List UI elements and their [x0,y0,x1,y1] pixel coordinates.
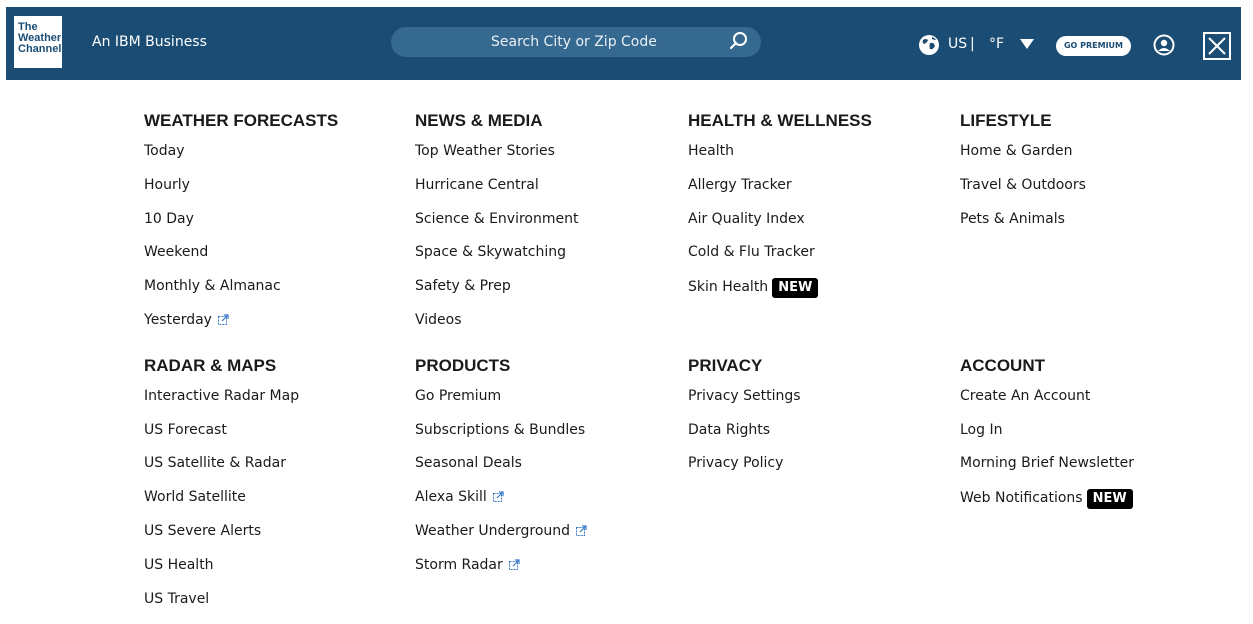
external-link-icon [492,491,504,503]
menu-item-label: Storm Radar [415,556,503,573]
section-title-radar-maps: RADAR & MAPS [144,355,277,375]
search-placeholder: Search City or Zip Code [491,34,657,50]
menu-item-privacy-policy[interactable]: Privacy Policy [688,455,872,489]
menu-item-privacy-settings[interactable]: Privacy Settings [688,388,872,422]
menu-item-us-travel[interactable]: US Travel [144,591,338,624]
close-icon[interactable] [1203,32,1231,60]
new-badge: NEW [772,278,819,299]
section-title-weather-forecasts: WEATHER FORECASTS [144,111,339,130]
new-badge: NEW [1086,489,1133,510]
go-premium-button[interactable]: GO PREMIUM [1056,36,1131,56]
weather-channel-logo[interactable]: The Weather Channel [14,16,62,68]
menu-item-hourly[interactable]: Hourly [144,177,338,211]
menu-item-label: Weather Underground [415,522,571,539]
menu-item-data-rights[interactable]: Data Rights [688,422,872,456]
section-title-products: PRODUCTS [415,355,511,375]
globe-icon[interactable] [918,34,940,56]
menu-item-log-in[interactable]: Log In [960,422,1134,456]
menu-column-health-privacy: HEALTH & WELLNESS Health Allergy Tracker… [688,111,872,489]
locale-label[interactable]: US [948,36,967,52]
menu-column-weather-radar: WEATHER FORECASTS Today Hourly 10 Day We… [144,111,338,624]
chevron-down-icon[interactable] [1020,39,1034,49]
menu-item-us-satellite-radar[interactable]: US Satellite & Radar [144,455,338,489]
section-title-privacy: PRIVACY [688,355,763,375]
menu-item-weekend[interactable]: Weekend [144,244,338,278]
logo-line: Channel [18,43,62,55]
menu-item-videos[interactable]: Videos [415,312,587,346]
menu-column-lifestyle-account: LIFESTYLE Home & Garden Travel & Outdoor… [960,111,1134,523]
menu-item-home-garden[interactable]: Home & Garden [960,143,1134,177]
menu-item-label: Yesterday [144,311,212,328]
external-link-icon [576,525,587,536]
menu-item-weather-underground[interactable]: Weather Underground [415,523,587,557]
menu-item-interactive-radar-map[interactable]: Interactive Radar Map [144,388,338,422]
menu-item-safety-prep[interactable]: Safety & Prep [415,278,587,312]
menu-item-yesterday[interactable]: Yesterday [144,312,338,346]
menu-item-label: Web Notifications [960,490,1083,507]
menu-item-empty [960,278,1134,312]
menu-item-skin-health[interactable]: Skin Health NEW [688,278,872,312]
menu-item-air-quality-index[interactable]: Air Quality Index [688,211,872,245]
menu-item-alexa-skill[interactable]: Alexa Skill [415,489,587,523]
menu-item-morning-brief-newsletter[interactable]: Morning Brief Newsletter [960,455,1134,489]
menu-item-monthly-almanac[interactable]: Monthly & Almanac [144,278,338,312]
menu-item-10-day[interactable]: 10 Day [144,211,338,245]
menu-item-today[interactable]: Today [144,143,338,177]
menu-item-empty [960,312,1134,346]
menu-item-travel-outdoors[interactable]: Travel & Outdoors [960,177,1134,211]
section-title-account: ACCOUNT [960,355,1045,375]
locale-divider: | [970,36,975,52]
menu-item-allergy-tracker[interactable]: Allergy Tracker [688,177,872,211]
section-title-health-wellness: HEALTH & WELLNESS [688,111,872,130]
top-bar: The Weather Channel An IBM Business Sear… [0,0,1253,88]
section-title-lifestyle: LIFESTYLE [960,111,1052,130]
menu-item-us-health[interactable]: US Health [144,557,338,591]
menu-item-health[interactable]: Health [688,143,872,177]
menu-item-pets-animals[interactable]: Pets & Animals [960,211,1134,245]
menu-item-top-weather-stories[interactable]: Top Weather Stories [415,143,587,177]
external-link-icon [217,314,229,325]
menu-item-storm-radar[interactable]: Storm Radar [415,557,587,591]
menu-item-seasonal-deals[interactable]: Seasonal Deals [415,455,587,489]
tagline: An IBM Business [92,34,207,50]
user-profile-icon[interactable] [1153,34,1175,56]
menu-item-subscriptions-bundles[interactable]: Subscriptions & Bundles [415,422,587,456]
menu-item-science-environment[interactable]: Science & Environment [415,211,587,245]
search-input[interactable]: Search City or Zip Code [391,27,761,57]
external-link-icon [508,559,520,570]
menu-item-label: Alexa Skill [415,489,487,506]
search-icon[interactable] [729,31,749,51]
menu-item-web-notifications[interactable]: Web Notifications NEW [960,489,1134,523]
menu-item-hurricane-central[interactable]: Hurricane Central [415,177,587,211]
menu-column-news-products: NEWS & MEDIA Top Weather Stories Hurrica… [415,111,587,591]
menu-item-world-satellite[interactable]: World Satellite [144,489,338,523]
section-title-news-media: NEWS & MEDIA [415,111,543,130]
menu-item-space-skywatching[interactable]: Space & Skywatching [415,244,587,278]
menu-item-label: Skin Health [688,279,769,296]
menu-item-us-severe-alerts[interactable]: US Severe Alerts [144,523,338,557]
unit-label[interactable]: °F [989,36,1004,52]
menu-item-empty [688,312,872,346]
menu-item-us-forecast[interactable]: US Forecast [144,422,338,456]
menu-item-cold-flu-tracker[interactable]: Cold & Flu Tracker [688,244,872,278]
menu-item-go-premium[interactable]: Go Premium [415,388,587,422]
site-header: The Weather Channel An IBM Business Sear… [6,7,1241,80]
menu-item-create-account[interactable]: Create An Account [960,388,1134,422]
menu-item-empty [960,244,1134,278]
